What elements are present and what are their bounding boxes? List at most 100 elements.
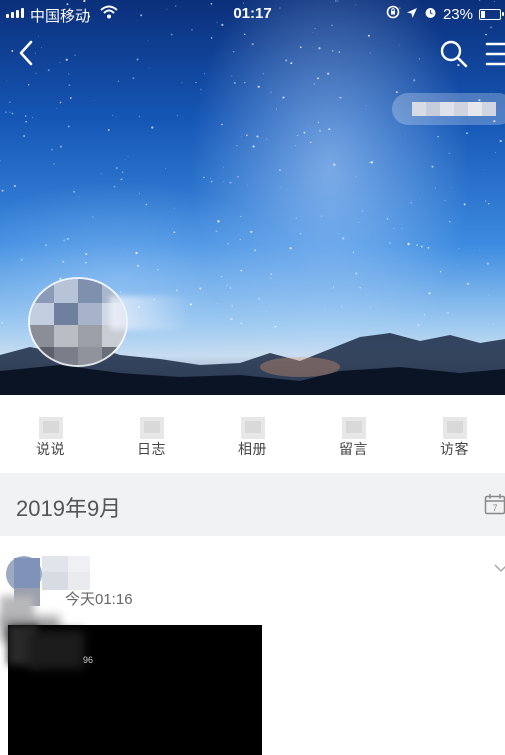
star: [1, 189, 4, 192]
star: [9, 111, 11, 113]
star: [127, 156, 129, 157]
diary-icon: [139, 417, 164, 439]
star: [195, 81, 197, 83]
tab-shuoshuo[interactable]: 说说: [0, 395, 101, 473]
star: [299, 46, 302, 49]
star: [67, 125, 70, 128]
star: [229, 181, 232, 184]
star: [8, 101, 11, 104]
star: [53, 163, 55, 165]
star: [342, 237, 345, 240]
star: [227, 243, 229, 245]
star: [352, 251, 355, 254]
star: [47, 69, 50, 72]
star: [177, 115, 178, 116]
star: [451, 187, 452, 188]
star: [221, 123, 223, 126]
star: [136, 58, 139, 61]
alarm-icon: [424, 6, 437, 23]
menu-button[interactable]: [484, 40, 505, 68]
feed-post: 今天01:16 96: [0, 536, 505, 755]
post-timestamp: 今天01:16: [65, 591, 133, 608]
shortcut-tab-bar: 说说 日志 相册 留言 访客: [0, 395, 505, 473]
post-media[interactable]: 96: [8, 625, 262, 755]
star: [431, 165, 434, 168]
star: [51, 148, 54, 151]
star: [458, 248, 460, 250]
search-button[interactable]: [438, 38, 470, 70]
star: [173, 207, 175, 209]
star: [85, 253, 88, 256]
star: [434, 187, 437, 189]
star: [266, 310, 268, 312]
back-button[interactable]: [10, 36, 44, 70]
star: [313, 83, 315, 85]
star: [295, 145, 297, 146]
star: [266, 138, 268, 140]
star: [361, 210, 363, 212]
tab-album[interactable]: 相册: [202, 395, 303, 473]
star: [324, 309, 326, 311]
star: [67, 73, 70, 75]
star: [25, 115, 27, 117]
star: [145, 203, 148, 206]
star: [247, 184, 249, 186]
star: [309, 141, 312, 144]
star: [479, 249, 481, 250]
tab-label: 相册: [238, 441, 267, 457]
star: [115, 166, 118, 170]
star: [59, 145, 63, 148]
star: [223, 166, 225, 168]
star: [92, 216, 94, 218]
star: [107, 128, 110, 131]
star: [278, 169, 281, 172]
star: [239, 215, 242, 218]
star: [484, 169, 485, 171]
star: [393, 228, 395, 230]
star: [27, 83, 30, 86]
star: [367, 34, 370, 37]
visitor-icon: [442, 417, 467, 439]
timeline-month-header: 2019年9月 7: [0, 473, 505, 536]
star: [485, 33, 487, 36]
star: [147, 40, 149, 42]
star: [200, 88, 202, 91]
star: [317, 77, 319, 80]
tab-visitor[interactable]: 访客: [404, 395, 505, 473]
star: [290, 62, 293, 65]
star: [215, 230, 218, 233]
star: [216, 303, 218, 305]
star: [210, 37, 213, 39]
star: [427, 246, 430, 249]
star: [85, 261, 87, 264]
calendar-icon: 7: [484, 493, 505, 515]
star: [231, 75, 233, 77]
tab-diary[interactable]: 日志: [101, 395, 202, 473]
tab-message-board[interactable]: 留言: [303, 395, 404, 473]
star: [68, 84, 71, 87]
star: [243, 33, 246, 36]
calendar-button[interactable]: 7: [484, 493, 505, 515]
star: [428, 292, 431, 295]
shuoshuo-icon: [38, 417, 63, 439]
star: [120, 178, 123, 181]
star: [341, 306, 343, 308]
star: [358, 222, 360, 223]
star: [217, 220, 220, 223]
star: [312, 32, 314, 34]
star: [413, 79, 416, 82]
star: [289, 246, 292, 250]
visitor-count-pill[interactable]: [392, 93, 505, 125]
star: [369, 161, 371, 163]
star: [199, 287, 202, 290]
blurred-pill-text: [412, 102, 496, 116]
chevron-down-icon: [494, 564, 505, 573]
star: [369, 52, 371, 54]
star: [244, 82, 246, 84]
star: [254, 249, 256, 252]
post-expand-button[interactable]: [494, 560, 505, 573]
calendar-day: 7: [492, 503, 497, 513]
back-chevron-icon: [19, 40, 33, 66]
star: [65, 58, 68, 61]
star: [236, 144, 238, 147]
